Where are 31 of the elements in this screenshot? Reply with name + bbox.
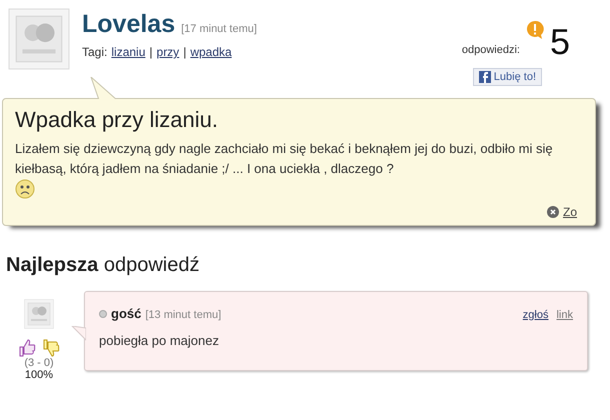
answer-link[interactable]: zgłoś	[522, 309, 548, 321]
answer-text: pobiegła po majonez	[99, 333, 220, 348]
post-time: [17 minut temu]	[181, 23, 257, 35]
tag-link[interactable]: lizaniu	[111, 45, 146, 59]
question-text: Lizałem się dziewczyną gdy nagle zachciało mi się bekać i beknąłem jej do buzi, odbiło mi się kiełbasą, którą jadłem na śniadanie ;/ ... I ona uciekła , dlaczego ?	[15, 140, 554, 178]
bullet-icon	[99, 310, 107, 318]
question-bubble-icon	[526, 20, 544, 40]
close-link[interactable]: Zo	[546, 205, 577, 219]
question-title: Wpadka przy lizaniu.	[15, 107, 219, 133]
answer-time: [13 minut temu]	[145, 309, 222, 321]
sad-face-icon	[15, 179, 35, 199]
avatar-icon	[24, 299, 54, 329]
thumbs-down-icon[interactable]	[42, 339, 60, 357]
thumbs-up-icon[interactable]	[18, 339, 36, 357]
tags-label: Tagi:	[82, 45, 108, 59]
author-name: Lovelas	[82, 10, 176, 39]
tag-separator: |	[149, 45, 153, 59]
vote-count: (3 - 0)	[24, 357, 54, 369]
close-icon	[546, 206, 559, 218]
avatar-icon	[8, 8, 70, 70]
answers-count: 5	[550, 24, 570, 60]
vote-percent: 100%	[24, 369, 54, 381]
tag-separator: |	[183, 45, 186, 59]
tag-link[interactable]: przy	[156, 45, 180, 59]
like-button[interactable]: Lubię to!	[472, 68, 542, 86]
tag-link[interactable]: wpadka	[190, 45, 232, 59]
answers-label: odpowiedzi:	[462, 44, 520, 56]
section-heading: Najlepsza odpowiedź	[6, 254, 200, 277]
answer-link[interactable]: link	[556, 309, 573, 321]
facebook-icon	[478, 71, 491, 83]
answer-author: gość	[111, 306, 142, 321]
